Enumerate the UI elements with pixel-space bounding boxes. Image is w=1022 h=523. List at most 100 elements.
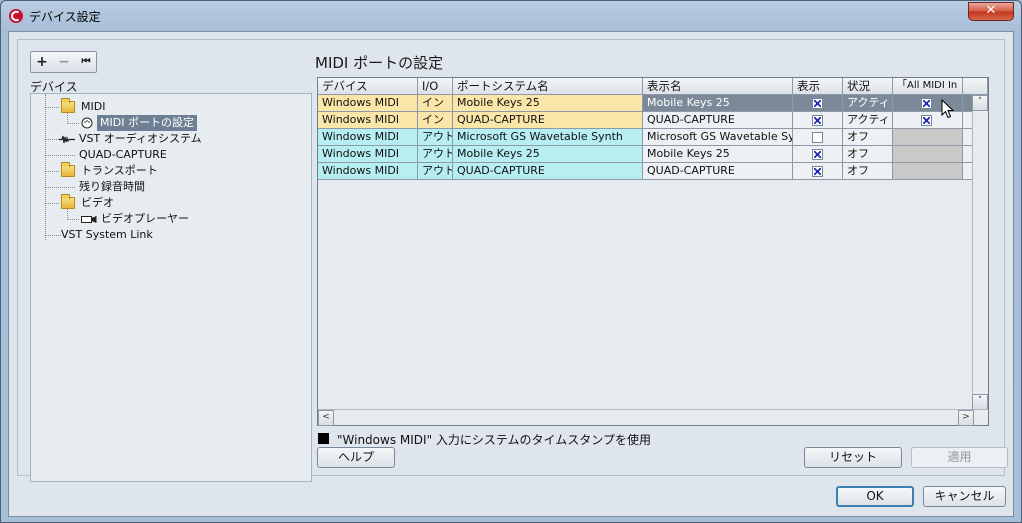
add-button[interactable]: + (31, 52, 53, 72)
cell-display-name[interactable]: Mobile Keys 25 (643, 95, 793, 112)
column-header-all-midi-inputs[interactable]: 「All MIDI In (893, 78, 963, 95)
ok-button[interactable]: OK (836, 486, 914, 507)
apply-button[interactable]: 適用 (911, 447, 1008, 468)
column-header-device[interactable]: デバイス (318, 78, 418, 95)
tree-item-label: 残り録音時間 (79, 180, 145, 193)
close-icon: ✕ (985, 3, 997, 18)
cell-status: アクティ (843, 95, 893, 112)
column-header-status[interactable]: 状況 (843, 78, 893, 95)
cell-device: Windows MIDI (318, 112, 418, 129)
cell-io: イン (418, 95, 453, 112)
folder-icon (61, 162, 75, 177)
tree-item-vst-system-link[interactable]: VST System Link (61, 227, 153, 243)
column-header-filler (963, 78, 988, 95)
table-row[interactable]: Windows MIDI イン QUAD-CAPTURE QUAD-CAPTUR… (318, 112, 988, 129)
scroll-left-button[interactable]: < (318, 410, 334, 426)
cell-port-name: QUAD-CAPTURE (453, 163, 643, 180)
cell-all-midi-disabled (893, 146, 963, 163)
cell-show (793, 112, 843, 129)
tree-item-label: トランスポート (81, 164, 158, 177)
cell-show (793, 146, 843, 163)
scroll-right-button[interactable]: > (958, 410, 974, 426)
cell-port-name: Microsoft GS Wavetable Synth (453, 129, 643, 146)
tree-line (45, 203, 59, 204)
scroll-down-button[interactable]: ˅ (972, 394, 988, 410)
chevron-down-icon: ˅ (977, 396, 983, 406)
table-row[interactable]: Windows MIDI イン Mobile Keys 25 Mobile Ke… (318, 95, 988, 112)
device-settings-window: デバイス設定 ✕ + − ⏮ デバイス MIDI MIDI ポートの設定 VST… (0, 0, 1022, 523)
device-tree: MIDI MIDI ポートの設定 VST オーディオシステム QUAD-CAPT… (30, 93, 312, 482)
column-header-io[interactable]: I/O (418, 78, 453, 95)
show-checkbox[interactable] (812, 98, 823, 109)
tree-line (45, 187, 75, 188)
cell-io: イン (418, 112, 453, 129)
vertical-scrollbar[interactable]: ˄ ˅ (972, 95, 988, 410)
system-timestamp-checkbox[interactable] (318, 433, 329, 444)
table-row[interactable]: Windows MIDI アウト QUAD-CAPTURE QUAD-CAPTU… (318, 163, 988, 180)
cell-device: Windows MIDI (318, 129, 418, 146)
tree-item-label: ビデオプレーヤー (101, 212, 189, 225)
folder-icon (61, 98, 75, 113)
cell-io: アウト (418, 146, 453, 163)
chevron-left-icon: < (322, 412, 330, 422)
cell-device: Windows MIDI (318, 163, 418, 180)
title-bar: デバイス設定 ✕ (1, 1, 1021, 31)
cell-port-name: QUAD-CAPTURE (453, 112, 643, 129)
column-header-display-name[interactable]: 表示名 (643, 78, 793, 95)
chevron-up-icon: ˄ (977, 97, 983, 107)
tree-line (45, 171, 59, 172)
tree-line (45, 107, 59, 108)
cell-all-midi-disabled (893, 129, 963, 146)
midi-port-table: デバイス I/O ポートシステム名 表示名 表示 状況 「All MIDI In… (317, 77, 989, 426)
tree-line (45, 94, 46, 240)
cell-device: Windows MIDI (318, 146, 418, 163)
show-checkbox[interactable] (812, 132, 823, 143)
table-row[interactable]: Windows MIDI アウト Mobile Keys 25 Mobile K… (318, 146, 988, 163)
cubase-app-icon (9, 9, 23, 23)
cell-status: アクティ (843, 112, 893, 129)
show-checkbox[interactable] (812, 166, 823, 177)
panel-title: MIDI ポートの設定 (315, 54, 444, 72)
all-midi-inputs-checkbox[interactable] (921, 98, 932, 109)
tree-toolbar: + − ⏮ (30, 51, 97, 73)
cell-show (793, 95, 843, 112)
cell-display-name[interactable]: QUAD-CAPTURE (643, 112, 793, 129)
folder-icon (61, 194, 75, 209)
cell-display-name[interactable]: Microsoft GS Wavetable Synth (643, 129, 793, 146)
help-button[interactable]: ヘルプ (317, 447, 395, 468)
audio-waveform-icon (59, 135, 75, 144)
column-header-port-system-name[interactable]: ポートシステム名 (453, 78, 643, 95)
table-row[interactable]: Windows MIDI アウト Microsoft GS Wavetable … (318, 129, 988, 146)
tree-header: デバイス (30, 80, 78, 94)
tree-item-label: QUAD-CAPTURE (79, 148, 167, 161)
all-midi-inputs-checkbox[interactable] (921, 115, 932, 126)
scroll-up-button[interactable]: ˄ (972, 95, 988, 111)
column-header-show[interactable]: 表示 (793, 78, 843, 95)
tree-item-quad-capture[interactable]: QUAD-CAPTURE (79, 147, 167, 163)
horizontal-scrollbar[interactable]: < > (318, 409, 988, 426)
cell-display-name[interactable]: Mobile Keys 25 (643, 146, 793, 163)
dialog-client-area: + − ⏮ デバイス MIDI MIDI ポートの設定 VST オーディオシステ… (8, 31, 1014, 517)
reset-device-button[interactable]: ⏮ (75, 52, 97, 72)
cancel-button[interactable]: キャンセル (923, 486, 1006, 507)
tree-line (67, 123, 79, 124)
midi-port-icon (81, 117, 93, 129)
remove-button[interactable]: − (53, 52, 75, 72)
cell-status: オフ (843, 146, 893, 163)
tree-line (67, 219, 79, 220)
close-button[interactable]: ✕ (968, 2, 1014, 21)
reset-button[interactable]: リセット (804, 447, 902, 468)
show-checkbox[interactable] (812, 115, 823, 126)
show-checkbox[interactable] (812, 149, 823, 160)
video-camera-icon (81, 216, 97, 223)
tree-item-label: VST System Link (61, 228, 153, 241)
tree-item-record-time-remaining[interactable]: 残り録音時間 (79, 179, 145, 195)
cell-io: アウト (418, 163, 453, 180)
cell-all-midi-disabled (893, 163, 963, 180)
cell-port-name: Mobile Keys 25 (453, 146, 643, 163)
cell-display-name[interactable]: QUAD-CAPTURE (643, 163, 793, 180)
tree-line (45, 235, 61, 236)
plus-icon: + (36, 54, 48, 70)
cell-io: アウト (418, 129, 453, 146)
tree-line (45, 155, 75, 156)
